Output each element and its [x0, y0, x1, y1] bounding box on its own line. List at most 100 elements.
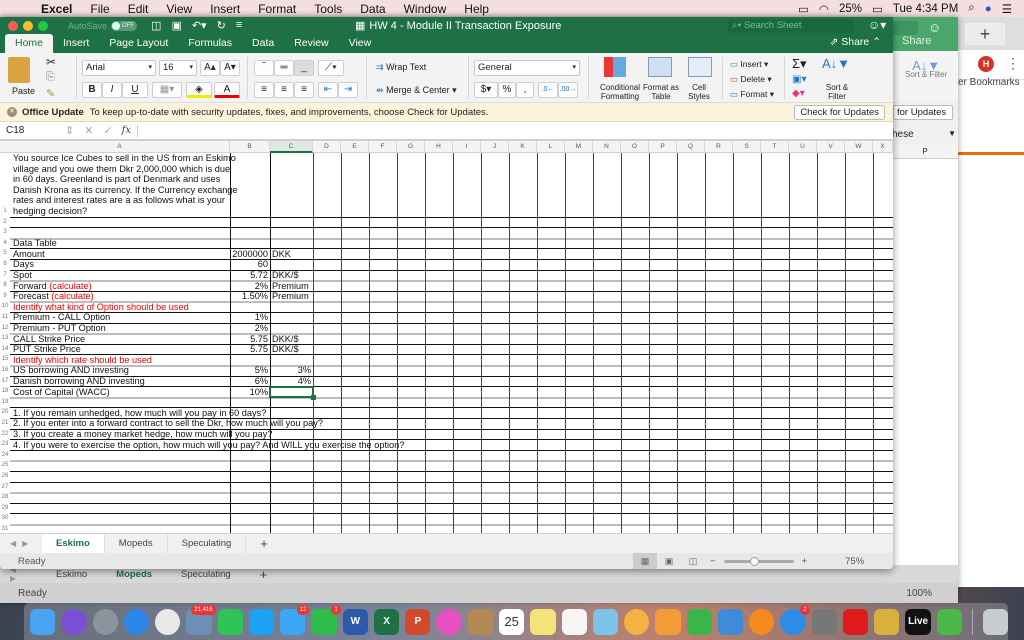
dock-whatsapp-icon[interactable] [217, 608, 243, 635]
column-header-i[interactable]: I [453, 141, 481, 153]
column-header-m[interactable]: M [565, 141, 593, 153]
battery-icon[interactable]: ▭ [872, 2, 883, 16]
sheet-nav-arrows[interactable]: ◀▶ [0, 539, 42, 548]
row-header-7[interactable]: 7 [0, 272, 10, 278]
row-header-14[interactable]: 14 [0, 346, 10, 352]
row-header-21[interactable]: 21 [0, 420, 10, 426]
sidebar-icon[interactable]: ◫ [151, 19, 161, 32]
tab-home[interactable]: Home [5, 34, 54, 53]
menu-insert[interactable]: Insert [201, 2, 249, 16]
tab-review[interactable]: Review [284, 34, 338, 53]
orientation-button[interactable]: ⟋▾ [318, 60, 344, 76]
cell-a13[interactable]: CALL Strike Price [13, 334, 85, 345]
dock-mail-icon[interactable]: 21,416 [186, 604, 216, 635]
page-layout-view-icon[interactable]: ▣ [657, 553, 681, 569]
decrease-font-button[interactable]: A▾ [220, 60, 240, 76]
cell-a9[interactable]: Forecast (calculate) [13, 291, 94, 302]
paste-icon[interactable] [8, 57, 30, 83]
decrease-decimal-button[interactable]: .00→ [558, 82, 578, 98]
fill-color-button[interactable]: ◈ [186, 82, 212, 98]
wrap-text-button[interactable]: ⇉ Wrap Text [376, 62, 426, 73]
copy-icon[interactable]: ⎘ [46, 71, 55, 84]
cell-b11[interactable]: 1% [230, 312, 268, 323]
cell-a10[interactable]: Identify what kind of Option should be u… [13, 302, 189, 313]
sort-filter-button[interactable]: Sort & Filter [820, 83, 854, 101]
tab-insert[interactable]: Insert [53, 34, 99, 53]
dock-twitter-icon[interactable] [248, 608, 275, 635]
column-header-p[interactable]: P [649, 141, 677, 153]
align-middle-button[interactable]: ═ [274, 60, 294, 76]
notification-center-icon[interactable]: ☰ [1002, 2, 1012, 16]
dock-maps-icon[interactable] [592, 608, 619, 635]
sheet-tab-speculating[interactable]: Speculating [168, 534, 247, 553]
dock-contacts-icon[interactable] [467, 608, 493, 635]
column-header-c[interactable]: C [270, 141, 313, 153]
autosave-toggle[interactable]: AutoSave OFF [68, 20, 138, 31]
other-bookmarks[interactable]: er Bookmarks [958, 77, 1020, 88]
cell-c8[interactable]: Premium [272, 281, 309, 292]
row-header-20[interactable]: 20 [0, 409, 10, 415]
dock-calendar-icon[interactable]: 25 [498, 608, 525, 635]
row-header-4[interactable]: 4 [0, 240, 10, 246]
cell-b8[interactable]: 2% [230, 281, 268, 292]
tab-page-layout[interactable]: Page Layout [99, 34, 178, 53]
row-header-22[interactable]: 22 [0, 431, 10, 437]
clock[interactable]: Tue 4:34 PM [893, 3, 958, 15]
row-header-15[interactable]: 15 [0, 356, 10, 362]
row-header-5[interactable]: 5 [0, 250, 10, 256]
row-header-13[interactable]: 13 [0, 335, 10, 341]
feedback-smiley-icon[interactable]: ☺▾ [868, 18, 886, 32]
dock-system-preferences-icon[interactable] [811, 608, 837, 635]
row-header-1[interactable]: 1 [0, 208, 10, 214]
autosum-icon[interactable]: Σ▾ [792, 56, 807, 72]
menu-tools[interactable]: Tools [305, 2, 351, 16]
dock-pages-icon[interactable] [655, 608, 681, 635]
row-header-6[interactable]: 6 [0, 261, 10, 267]
row-header-28[interactable]: 28 [0, 494, 10, 500]
align-right-button[interactable]: ≡ [294, 82, 314, 98]
dock-finder-icon[interactable] [30, 608, 56, 635]
format-as-table-button[interactable]: Format as Table [643, 83, 679, 101]
dock-itunes-icon[interactable] [436, 608, 462, 635]
name-box-stepper-icon[interactable]: ⇕ [65, 124, 74, 137]
underline-button[interactable]: U [122, 82, 148, 98]
dock-messages-icon[interactable]: 12 [280, 604, 310, 635]
cell-b7[interactable]: 5.72 [230, 270, 268, 281]
row-header-31[interactable]: 31 [0, 526, 10, 532]
dock-powerpoint-icon[interactable]: P [405, 608, 431, 635]
cell-a15[interactable]: Identify which rate should be used [13, 355, 152, 366]
cell-b14[interactable]: 5.75 [230, 344, 268, 355]
menu-format[interactable]: Format [249, 2, 305, 16]
cell-a20[interactable]: 1. If you remain unhedged, how much will… [13, 408, 266, 419]
more-icon[interactable]: ⋮ [1006, 55, 1020, 72]
tab-view[interactable]: View [339, 34, 382, 53]
decrease-indent-button[interactable]: ⇤ [318, 82, 338, 98]
menu-help[interactable]: Help [455, 2, 498, 16]
cell-b9[interactable]: 1.50% [230, 291, 268, 302]
column-header-t[interactable]: T [761, 141, 789, 153]
tab-formulas[interactable]: Formulas [178, 34, 242, 53]
cell-a12[interactable]: Premium - PUT Option [13, 323, 106, 334]
column-header-o[interactable]: O [621, 141, 649, 153]
cell-a17[interactable]: Danish borrowing AND investing [13, 376, 145, 387]
zoom-slider[interactable] [723, 556, 794, 566]
fill-icon[interactable]: ▣▾ [792, 74, 806, 85]
cell-b18[interactable]: 10% [230, 387, 268, 398]
cell-b5[interactable]: 2000000 [230, 249, 268, 260]
dock-paintbrush-icon[interactable] [874, 608, 900, 635]
row-header-18[interactable]: 18 [0, 388, 10, 394]
increase-decimal-button[interactable]: .0← [538, 82, 558, 98]
paste-button[interactable]: Paste [12, 86, 35, 96]
dock-excel-icon[interactable]: X [373, 608, 400, 635]
sort-filter-icon[interactable]: A↓▼ [822, 56, 850, 71]
selected-cell-c18[interactable] [269, 385, 316, 400]
insert-cells-button[interactable]: ▭ Insert ▾ [730, 59, 768, 70]
cell-a7[interactable]: Spot [13, 270, 32, 281]
cell-a5[interactable]: Amount [13, 249, 45, 260]
sheet-tab-mopeds[interactable]: Mopeds [105, 534, 168, 553]
cell-styles-button[interactable]: Cell Styles [684, 83, 714, 101]
cell-b17[interactable]: 6% [230, 376, 268, 387]
cell-b12[interactable]: 2% [230, 323, 268, 334]
minimize-window-button[interactable] [23, 20, 33, 31]
airplay-icon[interactable]: ▭ [798, 2, 809, 16]
